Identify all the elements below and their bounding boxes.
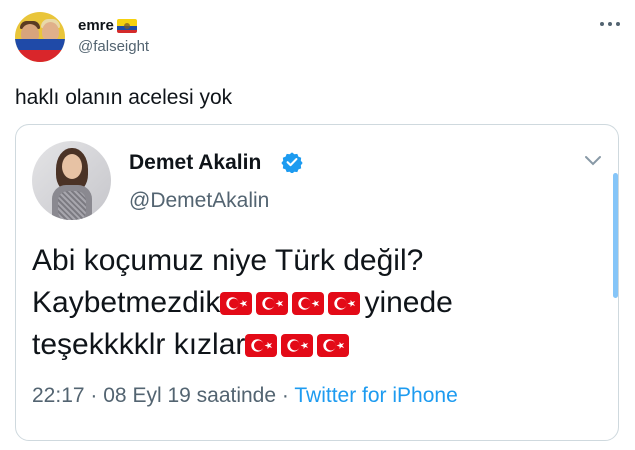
tweet-source-link[interactable]: Twitter for iPhone	[294, 384, 457, 407]
user-avatar[interactable]	[15, 12, 65, 62]
turkey-flag-icon	[220, 292, 253, 315]
quoted-handle[interactable]: @DemetAkalin	[129, 189, 269, 213]
turkey-flag-icon	[281, 334, 314, 357]
quoted-tweet-text: Abi koçumuz niye Türk değil? Kaybetmezdi…	[32, 240, 453, 366]
scrollbar[interactable]	[613, 173, 618, 298]
quoted-tweet-card[interactable]: Demet Akalin @DemetAkalin Abi koçumuz ni…	[15, 124, 619, 441]
quoted-text-line-2-end: yinede	[364, 286, 453, 319]
user-handle[interactable]: @falseight	[78, 38, 149, 55]
quoted-text-line: Abi koçumuz niye Türk değil?	[32, 240, 453, 282]
separator-dot: ·	[281, 384, 289, 407]
tweet-text: haklı olanın acelesi yok	[15, 86, 233, 109]
verified-badge-icon	[281, 152, 303, 173]
quoted-text-line-2: Kaybetmezdik	[32, 286, 221, 319]
chevron-down-icon[interactable]	[584, 155, 602, 167]
quoted-text-line: Kaybetmezdik yinede	[32, 282, 453, 324]
tweet-date[interactable]: 08 Eyl 19 saatinde	[103, 384, 276, 407]
quoted-text-line-3: teşekkkklr kızlar	[32, 328, 246, 361]
turkey-flag-icon	[292, 292, 325, 315]
tweet: emre @falseight haklı olanın acelesi yok…	[0, 0, 635, 450]
tweet-time[interactable]: 22:17	[32, 384, 85, 407]
display-name[interactable]: emre	[78, 17, 114, 34]
turkey-flag-icon	[245, 334, 278, 357]
quoted-text-line: teşekkkklr kızlar	[32, 324, 453, 366]
separator-dot: ·	[90, 384, 98, 407]
quoted-user-avatar[interactable]	[32, 141, 111, 220]
quoted-tweet-meta: 22:17 · 08 Eyl 19 saatinde · Twitter for…	[32, 384, 458, 408]
turkey-flag-icon	[256, 292, 289, 315]
quoted-text-line-1: Abi koçumuz niye Türk değil?	[32, 244, 424, 277]
turkey-flag-icon	[328, 292, 361, 315]
ecuador-flag-icon	[117, 19, 137, 33]
quoted-display-name[interactable]: Demet Akalin	[129, 151, 261, 175]
more-options-icon[interactable]	[598, 14, 622, 34]
turkey-flag-icon	[317, 334, 350, 357]
